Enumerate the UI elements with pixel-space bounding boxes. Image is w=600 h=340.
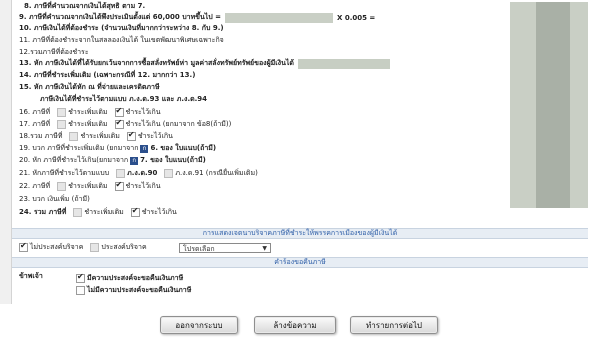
donation-section-header: การแสดงเจตนาบริจาคภาษีที่ชำระให้พรรคการเ… (12, 228, 588, 239)
item21-pnd90-checkbox[interactable] (116, 169, 126, 178)
redacted-values-block (536, 2, 570, 208)
item-8: 8. ภาษีที่คำนวณจากเงินได้สุทธิ ตาม 7. (24, 2, 146, 10)
item18-extra-checkbox[interactable] (69, 132, 79, 141)
item-15-sub: ภาษีเงินได้ที่ชำระไว้ตามแบบ ภ.ง.ด.93 และ… (40, 95, 208, 103)
refund-want-checkbox[interactable] (76, 272, 85, 283)
item16-over-checkbox[interactable] (114, 106, 124, 117)
refund-not-want-checkbox[interactable] (76, 286, 85, 295)
item-16: 16. ภาษีที่ ชำระเพิ่มเติม ชำระไว้เกิน (19, 106, 161, 118)
info-icon[interactable]: ก (130, 156, 139, 165)
item-12: 12.รวมภาษีที่ต้องชำระ (19, 48, 89, 56)
left-scroll-strip (0, 0, 12, 304)
item-14: 14. ภาษีที่ชำระเพิ่มเติม (เฉพาะกรณีที่ 1… (19, 71, 196, 79)
donation-yes-checkbox[interactable] (90, 243, 100, 252)
donation-no-checkbox[interactable] (19, 241, 28, 252)
chevron-down-icon: ▼ (262, 245, 267, 252)
exit-button[interactable]: ออกจากระบบ (160, 316, 238, 334)
next-button[interactable]: ทำรายการต่อไป (350, 316, 438, 334)
refund-want-row: มีความประสงค์จะขอคืนเงินภาษี (74, 272, 183, 284)
item-21: 21. หักภาษีที่ชำระไว้ตามแบบ ภ.ง.ด.90 ภ.ง… (19, 169, 258, 178)
item-15: 15. หัก ภาษีเงินได้หัก ณ ที่จ่ายและเครดิ… (19, 83, 160, 91)
item-10: 10. ภาษีเงินได้ที่ต้องชำระ (จำนวนเงินที่… (19, 24, 224, 32)
item-24: 24. รวม ภาษีที่ ชำระเพิ่มเติม ชำระไว้เกิ… (19, 206, 177, 218)
item-13: 13. หัก ภาษีเงินได้ที่ได้รับยกเว้นจากการ… (19, 58, 390, 69)
item-11: 11. ภาษีที่ต้องชำระจากในสลลองเงินได้ ในเ… (19, 36, 224, 44)
item-17: 17. ภาษีที่ ชำระเพิ่มเติม ชำระไว้เกิน (ย… (19, 118, 231, 130)
refund-not-want-row: ไม่มีความประสงค์จะขอคืนเงินภาษี (74, 285, 191, 296)
donation-options: ไม่ประสงค์บริจาค ประสงค์บริจาค (17, 241, 147, 253)
item-23: 23. บวก เงินเพิ่ม (ถ้ามี) (19, 195, 90, 203)
item24-extra-checkbox[interactable] (73, 208, 83, 217)
item16-extra-checkbox[interactable] (57, 108, 67, 117)
item-19: 19. บวก ภาษีที่ชำระเพิ่มเติม (ยกมาจากก 6.… (19, 144, 217, 153)
redacted-securities-value (297, 58, 390, 69)
redacted-income (225, 12, 334, 23)
item17-over-checkbox[interactable] (114, 118, 124, 129)
item17-extra-checkbox[interactable] (57, 120, 67, 129)
item-22: 22. ภาษีที่ ชำระเพิ่มเติม ชำระไว้เกิน (19, 180, 161, 192)
refund-owner-label: ข้าพเจ้า (19, 272, 43, 280)
item21-pnd91-checkbox[interactable] (164, 169, 174, 178)
item22-over-checkbox[interactable] (114, 180, 124, 191)
item18-over-checkbox[interactable] (126, 130, 136, 141)
item-18: 18.รวม ภาษีที่ ชำระเพิ่มเติม ชำระไว้เกิน (19, 130, 173, 142)
party-select[interactable]: โปรดเลือก ▼ (179, 243, 271, 253)
item-9: 9. ภาษีที่คำนวณจากเงินได้พึงประเมินตั้งแ… (19, 12, 376, 23)
item-20: 20. หัก ภาษีที่ชำระไว้เกิน(ยกมาจากก 7. ขอ… (19, 156, 206, 165)
refund-section-header: คำร้องขอคืนภาษี (12, 257, 588, 268)
item22-extra-checkbox[interactable] (57, 182, 67, 191)
item24-over-checkbox[interactable] (130, 206, 140, 217)
info-icon[interactable]: ก (140, 144, 149, 153)
clear-button[interactable]: ล้างข้อความ (254, 316, 336, 334)
